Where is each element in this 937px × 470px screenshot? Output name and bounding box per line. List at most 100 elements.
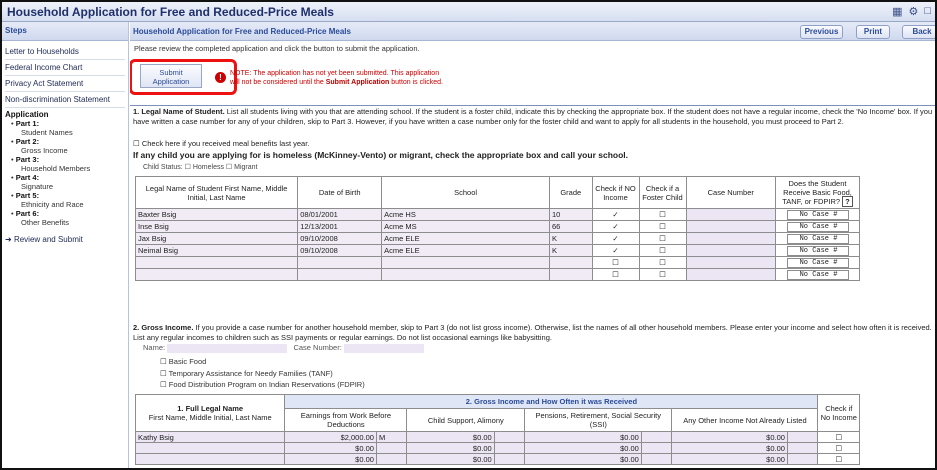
student-dob[interactable]: 09/10/2008 <box>297 244 383 257</box>
no-income-check[interactable]: ✓ <box>591 208 640 221</box>
foster-checkbox[interactable]: ☐ <box>638 244 687 257</box>
student-school[interactable]: Acme MS <box>381 220 551 233</box>
help-icon[interactable]: ? <box>842 196 853 207</box>
student-school[interactable] <box>381 256 551 269</box>
student-dob[interactable] <box>297 268 383 281</box>
foster-checkbox[interactable]: ☐ <box>638 268 687 281</box>
benefit-select[interactable]: No Case # <box>786 258 849 268</box>
fdpir-checkbox[interactable]: ☐ Food Distribution Program on Indian Re… <box>160 379 365 391</box>
student-grade[interactable] <box>549 256 593 269</box>
case-number-input[interactable] <box>685 220 777 233</box>
student-dob[interactable] <box>297 256 383 269</box>
settings-icon[interactable]: ⚙ <box>908 5 918 18</box>
pension-frequency[interactable] <box>640 431 673 443</box>
case-number-input[interactable] <box>685 268 777 281</box>
student-name[interactable] <box>134 256 299 269</box>
name-input[interactable] <box>167 343 288 353</box>
foster-checkbox[interactable]: ☐ <box>638 256 687 269</box>
case-number-input[interactable] <box>685 256 777 269</box>
earnings-amount[interactable]: $0.00 <box>284 442 377 454</box>
earnings-frequency[interactable] <box>375 453 408 465</box>
student-dob[interactable]: 12/13/2001 <box>297 220 383 233</box>
student-grade[interactable]: K <box>549 232 593 245</box>
no-income-check[interactable]: ✓ <box>591 232 640 245</box>
student-school[interactable] <box>381 268 551 281</box>
sidebar-link-nondiscrimination[interactable]: Non-discrimination Statement <box>5 92 125 108</box>
pension-frequency[interactable] <box>640 442 673 454</box>
print-button[interactable]: Print <box>856 25 890 39</box>
no-income-checkbox[interactable]: ☐ <box>817 453 860 465</box>
other-income-frequency[interactable] <box>786 431 819 443</box>
student-name[interactable]: Inse Bsig <box>134 220 299 233</box>
benefit-select[interactable]: No Case # <box>786 222 849 232</box>
case-number-field[interactable] <box>343 343 424 353</box>
member-name[interactable] <box>134 453 286 465</box>
student-school[interactable]: Acme HS <box>381 208 551 221</box>
foster-checkbox[interactable]: ☐ <box>638 208 687 221</box>
student-dob[interactable]: 08/01/2001 <box>297 208 383 221</box>
sidebar-link-income-chart[interactable]: Federal Income Chart <box>5 60 125 76</box>
child-support-frequency[interactable] <box>493 431 526 443</box>
child-status[interactable]: Child Status: ☐ Homeless ☐ Migrant <box>143 163 257 171</box>
other-income-frequency[interactable] <box>786 453 819 465</box>
other-income-frequency[interactable] <box>786 442 819 454</box>
benefit-select[interactable]: No Case # <box>786 210 849 220</box>
other-income-amount[interactable]: $0.00 <box>671 431 788 443</box>
member-name[interactable]: Kathy Bsig <box>134 431 286 443</box>
student-grade[interactable] <box>549 268 593 281</box>
pension-amount[interactable]: $0.00 <box>524 431 642 443</box>
submit-application-button[interactable]: Submit Application <box>140 64 202 88</box>
sidebar-link-letter[interactable]: Letter to Households <box>5 44 125 60</box>
tanf-checkbox[interactable]: ☐ Temporary Assistance for Needy Familie… <box>160 368 365 380</box>
sidebar-part-1[interactable]: • Part 1: Student Names <box>5 119 125 137</box>
foster-checkbox[interactable]: ☐ <box>638 220 687 233</box>
no-income-check[interactable]: ☐ <box>591 268 640 281</box>
student-name[interactable]: Jax Bsig <box>134 232 299 245</box>
pension-amount[interactable]: $0.00 <box>524 442 642 454</box>
other-income-amount[interactable]: $0.00 <box>671 442 788 454</box>
student-name[interactable]: Neimal Bsig <box>134 244 299 257</box>
pension-amount[interactable]: $0.00 <box>524 453 642 465</box>
student-grade[interactable]: 10 <box>549 208 593 221</box>
student-name[interactable]: Baxter Bsig <box>134 208 299 221</box>
previous-button[interactable]: Previous <box>800 25 843 39</box>
sidebar-review-submit[interactable]: ➜ Review and Submit <box>5 235 125 244</box>
meal-benefits-checkbox[interactable]: ☐ Check here if you received meal benefi… <box>133 139 309 148</box>
sidebar-part-3[interactable]: • Part 3: Household Members <box>5 155 125 173</box>
basic-food-checkbox[interactable]: ☐ Basic Food <box>160 356 365 368</box>
case-number-input[interactable] <box>685 208 777 221</box>
student-name[interactable] <box>134 268 299 281</box>
benefit-select[interactable]: No Case # <box>786 270 849 280</box>
child-support-frequency[interactable] <box>493 442 526 454</box>
sidebar-link-privacy[interactable]: Privacy Act Statement <box>5 76 125 92</box>
calendar-icon[interactable]: ▦ <box>892 5 902 18</box>
student-school[interactable]: Acme ELE <box>381 232 551 245</box>
sidebar-part-5[interactable]: • Part 5: Ethnicity and Race <box>5 191 125 209</box>
benefit-select[interactable]: No Case # <box>786 246 849 256</box>
sidebar-part-2[interactable]: • Part 2: Gross Income <box>5 137 125 155</box>
earnings-frequency[interactable]: M <box>375 431 408 443</box>
member-name[interactable] <box>134 442 286 454</box>
student-grade[interactable]: 66 <box>549 220 593 233</box>
child-support-frequency[interactable] <box>493 453 526 465</box>
earnings-amount[interactable]: $2,000.00 <box>284 431 377 443</box>
earnings-amount[interactable]: $0.00 <box>284 453 377 465</box>
no-income-checkbox[interactable]: ☐ <box>817 431 860 443</box>
back-button[interactable]: Back <box>902 25 935 39</box>
no-income-check[interactable]: ✓ <box>591 244 640 257</box>
foster-checkbox[interactable]: ☐ <box>638 232 687 245</box>
student-dob[interactable]: 09/10/2008 <box>297 232 383 245</box>
pension-frequency[interactable] <box>640 453 673 465</box>
earnings-frequency[interactable] <box>375 442 408 454</box>
sidebar-part-6[interactable]: • Part 6: Other Benefits <box>5 209 125 227</box>
case-number-input[interactable] <box>685 244 777 257</box>
child-support-amount[interactable]: $0.00 <box>406 453 495 465</box>
other-income-amount[interactable]: $0.00 <box>671 453 788 465</box>
no-income-check[interactable]: ☐ <box>591 256 640 269</box>
sidebar-part-4[interactable]: • Part 4: Signature <box>5 173 125 191</box>
no-income-checkbox[interactable]: ☐ <box>817 442 860 454</box>
window-icon[interactable]: □ <box>924 5 931 18</box>
no-income-check[interactable]: ✓ <box>591 220 640 233</box>
student-grade[interactable]: K <box>549 244 593 257</box>
case-number-input[interactable] <box>685 232 777 245</box>
